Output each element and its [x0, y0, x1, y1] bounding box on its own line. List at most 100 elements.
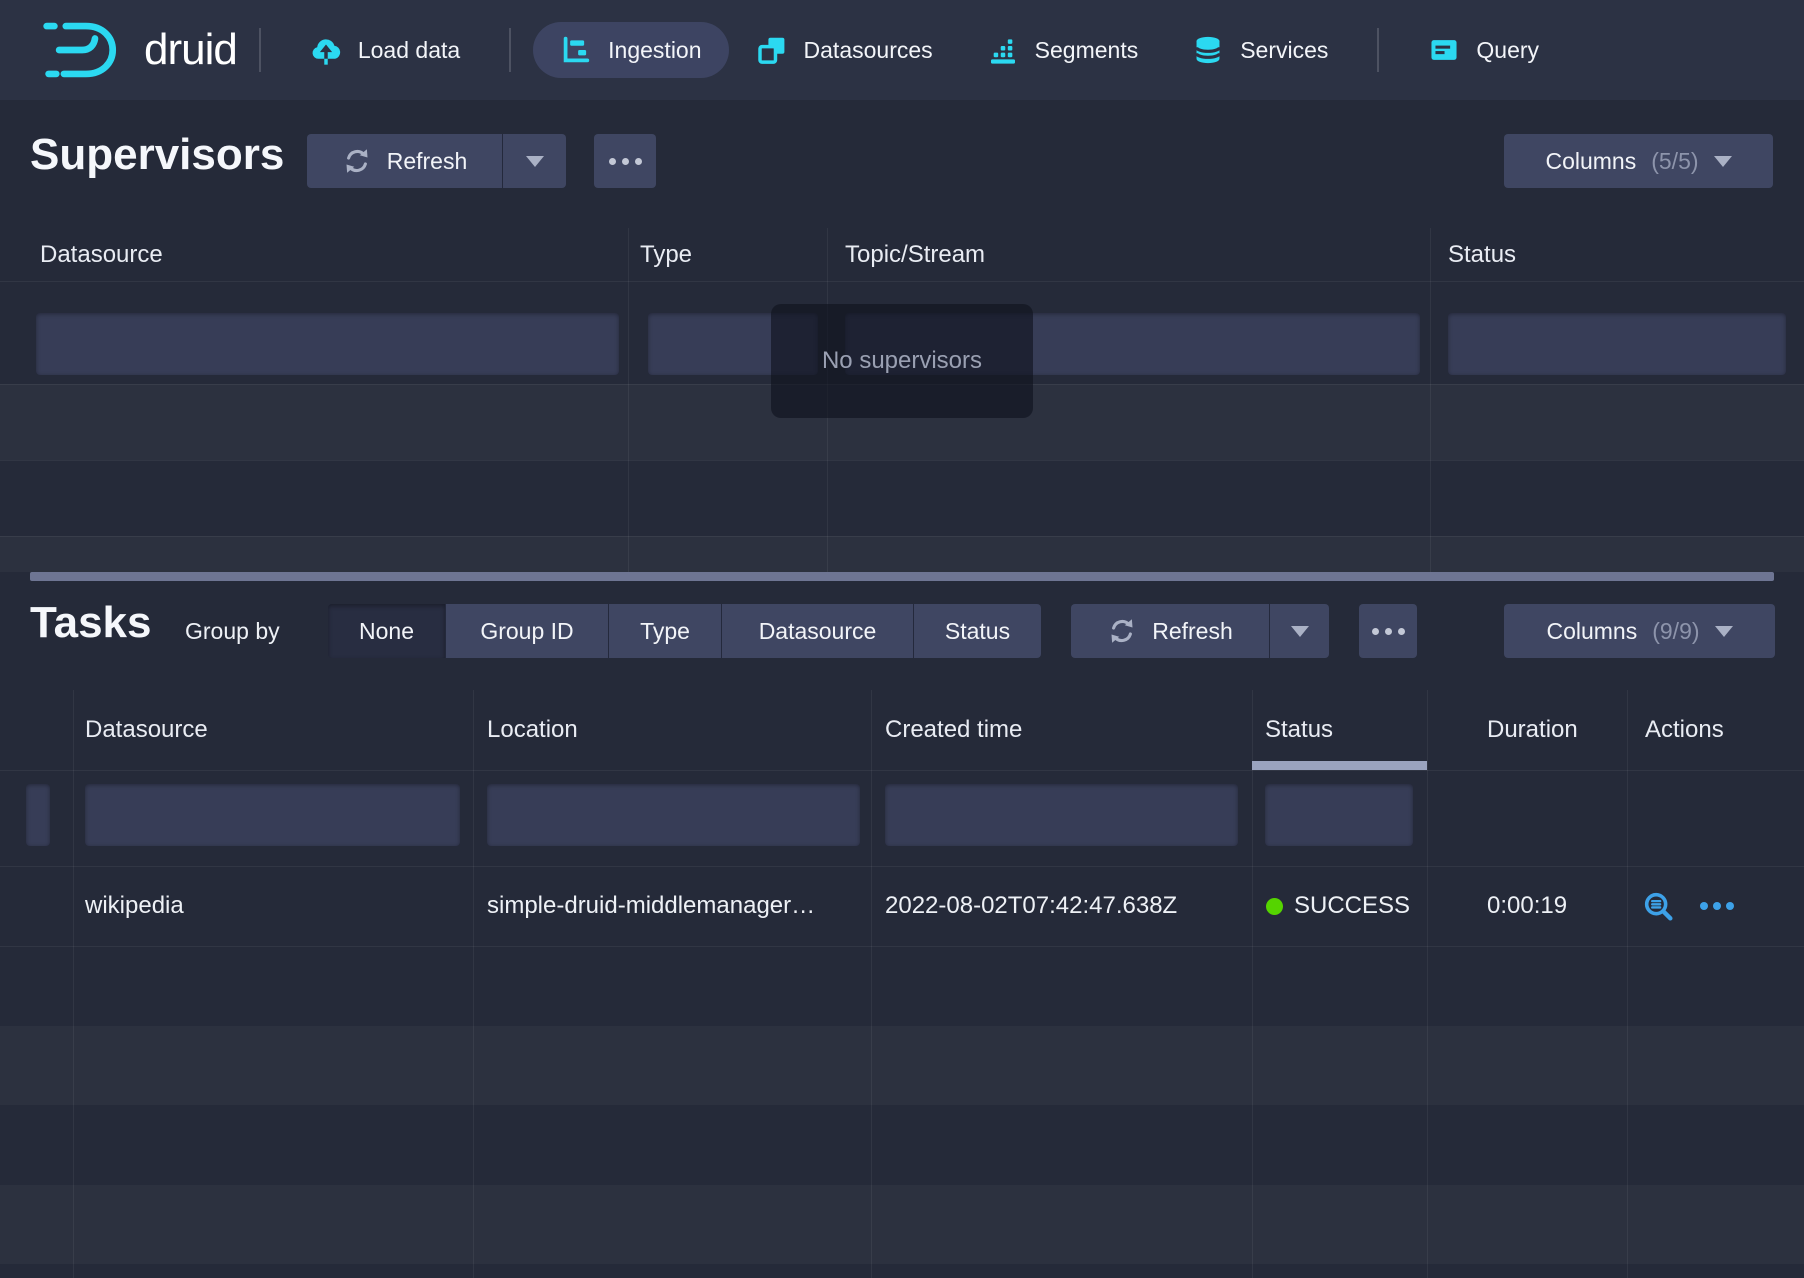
more-icon: [1372, 628, 1405, 635]
tasks-columns-button[interactable]: Columns (9/9): [1504, 604, 1775, 658]
row-stripe: [0, 1185, 1804, 1264]
row-divider: [0, 536, 1804, 537]
tasks-refresh-button[interactable]: Refresh: [1071, 604, 1269, 658]
tasks-col-header-duration[interactable]: Duration: [1487, 703, 1578, 757]
task-status-cell[interactable]: SUCCESS: [1294, 866, 1410, 946]
supervisors-filter-datasource[interactable]: [36, 313, 619, 375]
nav-label: Ingestion: [608, 37, 701, 64]
column-divider: [1430, 228, 1431, 572]
nav-divider: [1377, 28, 1379, 72]
nav-label: Services: [1240, 37, 1328, 64]
columns-count: (9/9): [1652, 618, 1699, 645]
tasks-refresh-interval-button[interactable]: [1269, 604, 1329, 658]
tasks-filter-created-time[interactable]: [885, 784, 1238, 846]
task-created-time-cell[interactable]: 2022-08-02T07:42:47.638Z: [885, 866, 1177, 946]
nav-label: Datasources: [804, 37, 933, 64]
task-actions-more-icon[interactable]: [1700, 866, 1734, 946]
column-divider: [73, 690, 74, 1278]
chevron-down-icon: [1715, 626, 1733, 637]
nav-divider: [509, 28, 511, 72]
tasks-refresh-group: Refresh: [1071, 604, 1329, 658]
ingestion-chart-icon: [560, 34, 592, 66]
tasks-col-header-status[interactable]: Status: [1265, 703, 1333, 757]
refresh-icon: [342, 146, 372, 176]
supervisors-refresh-button[interactable]: Refresh: [307, 134, 502, 188]
supervisors-empty-message: No supervisors: [771, 304, 1033, 418]
columns-count: (5/5): [1651, 148, 1698, 175]
status-sort-indicator: [1252, 761, 1427, 770]
task-datasource-cell[interactable]: wikipedia: [85, 866, 184, 946]
column-divider: [628, 228, 629, 572]
row-stripe: [0, 536, 1804, 572]
nav-services[interactable]: Services: [1165, 22, 1355, 78]
tasks-group-by-buttons: None Group ID Type Datasource Status: [328, 604, 1041, 658]
group-by-status-button[interactable]: Status: [913, 604, 1041, 658]
columns-label: Columns: [1545, 148, 1636, 175]
chevron-down-icon: [526, 156, 544, 167]
nav-query[interactable]: Query: [1401, 22, 1566, 78]
header-divider: [0, 770, 1804, 771]
tasks-col-header-location[interactable]: Location: [487, 703, 578, 757]
database-icon: [1192, 34, 1224, 66]
nav-label: Load data: [358, 37, 460, 64]
refresh-icon: [1107, 616, 1137, 646]
tasks-more-button[interactable]: [1359, 604, 1417, 658]
supervisors-columns-button[interactable]: Columns (5/5): [1504, 134, 1773, 188]
column-divider: [1252, 690, 1253, 1278]
tasks-col-header-actions[interactable]: Actions: [1645, 703, 1724, 757]
supervisors-title: Supervisors: [30, 130, 284, 180]
druid-console: druid Load data Ingestion: [0, 0, 1804, 1278]
group-by-datasource-button[interactable]: Datasource: [721, 604, 913, 658]
supervisors-refresh-group: Refresh: [307, 134, 566, 188]
nav-load-data[interactable]: Load data: [283, 22, 487, 78]
upload-cloud-icon: [310, 34, 342, 66]
supervisors-col-header-topic-stream[interactable]: Topic/Stream: [845, 228, 985, 282]
tasks-col-header-created-time[interactable]: Created time: [885, 703, 1022, 757]
logo-wordmark: druid: [144, 25, 237, 75]
bar-chart-icon: [987, 34, 1019, 66]
group-by-none-button[interactable]: None: [328, 604, 445, 658]
more-icon: [609, 158, 642, 165]
tasks-filter-datasource[interactable]: [85, 784, 460, 846]
nav-ingestion[interactable]: Ingestion: [533, 22, 728, 78]
tasks-filter-status[interactable]: [1265, 784, 1413, 846]
task-location-cell[interactable]: simple-druid-middlemanager…: [487, 866, 815, 946]
group-by-type-button[interactable]: Type: [608, 604, 721, 658]
druid-logo[interactable]: druid: [40, 17, 237, 83]
refresh-label: Refresh: [387, 148, 468, 175]
supervisors-more-button[interactable]: [594, 134, 656, 188]
supervisors-filter-status[interactable]: [1448, 313, 1786, 375]
tasks-title: Tasks: [30, 598, 152, 648]
group-by-group-id-button[interactable]: Group ID: [445, 604, 608, 658]
column-divider: [871, 690, 872, 1278]
task-details-magnifier-icon[interactable]: [1642, 890, 1675, 923]
supervisors-refresh-interval-button[interactable]: [502, 134, 566, 188]
status-success-dot-icon: [1266, 898, 1283, 915]
row-divider: [0, 946, 1804, 947]
chevron-down-icon: [1714, 156, 1732, 167]
nav-datasources[interactable]: Datasources: [729, 22, 960, 78]
supervisors-col-header-type[interactable]: Type: [640, 228, 692, 282]
tasks-filter-task-id-clipped[interactable]: [26, 784, 50, 846]
column-divider: [1427, 690, 1428, 1278]
row-stripe: [0, 1026, 1804, 1105]
pane-resize-splitter[interactable]: [30, 572, 1774, 581]
tasks-filter-location[interactable]: [487, 784, 860, 846]
group-by-label: Group by: [185, 604, 280, 658]
column-divider: [473, 690, 474, 1278]
columns-label: Columns: [1546, 618, 1637, 645]
supervisors-col-header-datasource[interactable]: Datasource: [40, 228, 163, 282]
console-icon: [1428, 34, 1460, 66]
tasks-col-header-datasource[interactable]: Datasource: [85, 703, 208, 757]
task-duration-cell[interactable]: 0:00:19: [1487, 866, 1567, 946]
nav-divider: [259, 28, 261, 72]
supervisors-col-header-status[interactable]: Status: [1448, 228, 1516, 282]
column-divider: [1627, 690, 1628, 1278]
row-divider: [0, 460, 1804, 461]
druid-logo-icon: [40, 17, 128, 83]
top-nav: druid Load data Ingestion: [0, 0, 1804, 100]
nav-label: Segments: [1035, 37, 1139, 64]
refresh-label: Refresh: [1152, 618, 1233, 645]
stacked-squares-icon: [756, 34, 788, 66]
nav-segments[interactable]: Segments: [960, 22, 1166, 78]
